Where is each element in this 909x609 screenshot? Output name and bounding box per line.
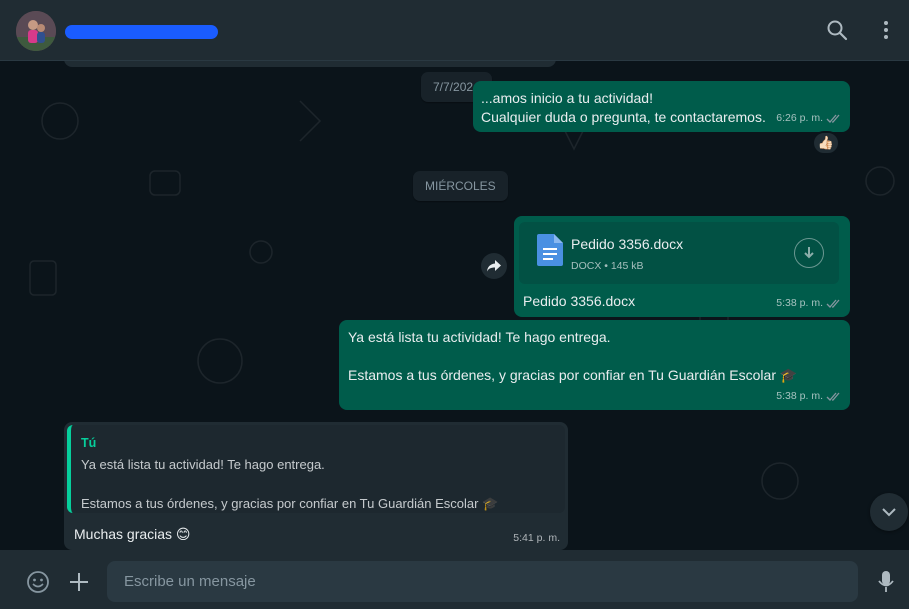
message-input[interactable] <box>107 561 858 602</box>
download-arrow-icon <box>804 247 814 259</box>
message-time: 5:38 p. m. <box>776 390 823 402</box>
docx-file-icon <box>537 234 563 271</box>
message-meta: 5:38 p. m. <box>776 387 842 406</box>
reaction-badge[interactable]: 👍🏻 <box>812 131 840 155</box>
search-icon[interactable] <box>826 19 848 46</box>
outgoing-message-bubble[interactable]: Ya está lista tu actividad! Te hago entr… <box>339 320 850 410</box>
read-ticks-icon <box>826 299 840 308</box>
read-ticks-icon <box>826 114 840 123</box>
contact-avatar[interactable] <box>16 11 56 51</box>
date-chip: MIÉRCOLES <box>413 171 508 201</box>
message-text: Estamos a tus órdenes, y gracias por con… <box>348 367 798 383</box>
outgoing-message-bubble[interactable]: ...amos inicio a tu actividad! Cualquier… <box>473 81 850 132</box>
quoted-text: Ya está lista tu actividad! Te hago entr… <box>81 457 325 472</box>
read-ticks-icon <box>826 392 840 401</box>
document-caption: Pedido 3356.docx <box>523 293 636 309</box>
message-text: ...amos inicio a tu actividad! <box>481 90 653 106</box>
document-card[interactable]: Pedido 3356.docx DOCX • 145 kB <box>519 222 839 284</box>
message-time: 5:38 p. m. <box>776 297 823 309</box>
chat-header <box>0 0 909 61</box>
message-meta: 6:26 p. m. <box>776 109 842 128</box>
attach-plus-icon[interactable] <box>68 571 90 598</box>
incoming-message-bubble[interactable]: Tú Ya está lista tu actividad! Te hago e… <box>64 422 568 550</box>
composer-bar <box>0 550 909 609</box>
microphone-icon[interactable] <box>877 570 895 599</box>
message-text: Muchas gracias 😊 <box>74 526 191 542</box>
chevron-down-icon <box>882 508 896 517</box>
document-info: DOCX • 145 kB <box>571 260 644 272</box>
document-name: Pedido 3356.docx <box>571 236 684 252</box>
quoted-text: Estamos a tus órdenes, y gracias por con… <box>81 496 499 511</box>
message-text: Ya está lista tu actividad! Te hago entr… <box>348 329 611 345</box>
message-time: 5:41 p. m. <box>513 532 560 544</box>
emoji-icon[interactable] <box>26 570 50 599</box>
message-time: 6:26 p. m. <box>776 112 823 124</box>
message-meta: 5:41 p. m. <box>513 529 560 548</box>
forward-icon <box>487 260 501 272</box>
menu-dots-icon[interactable] <box>876 19 896 46</box>
quoted-message[interactable]: Tú Ya está lista tu actividad! Te hago e… <box>67 425 565 513</box>
message-list[interactable]: 7/7/2024 ...amos inicio a tu actividad! … <box>0 61 909 550</box>
scroll-to-bottom-button[interactable] <box>870 493 908 531</box>
download-button[interactable] <box>794 238 824 268</box>
outgoing-document-bubble[interactable]: Pedido 3356.docx DOCX • 145 kB Pedido 33… <box>514 216 850 317</box>
quoted-author: Tú <box>81 436 97 450</box>
forward-button[interactable] <box>481 253 507 279</box>
contact-name-redacted[interactable] <box>65 25 218 39</box>
message-meta: 5:38 p. m. <box>776 294 842 313</box>
partial-message-bubble <box>64 61 556 67</box>
